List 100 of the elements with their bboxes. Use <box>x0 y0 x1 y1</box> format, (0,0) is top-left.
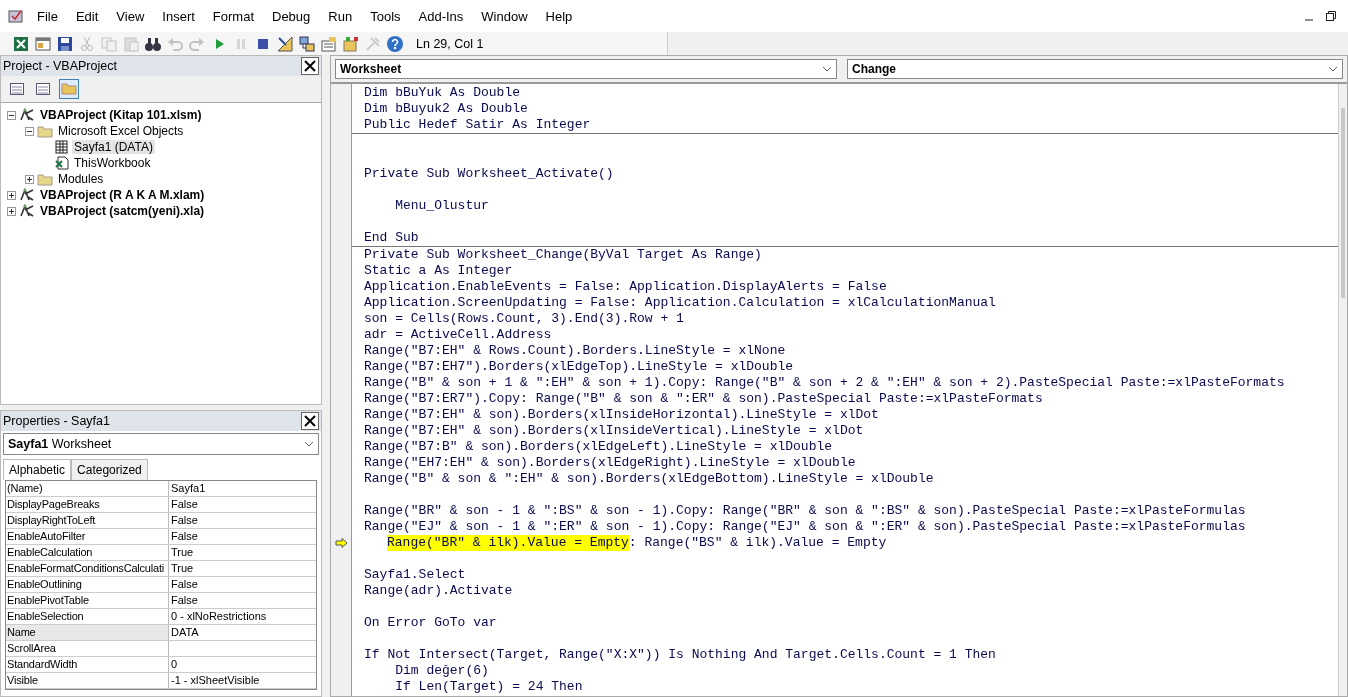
property-name[interactable]: EnableFormatConditionsCalculati <box>6 561 169 576</box>
code-line: Private Sub Worksheet_Activate() <box>364 166 614 182</box>
code-line: Public Hedef Satir As Integer <box>364 117 591 133</box>
code-line: If Not Intersect(Target, Range("X:X")) Is Nothing And Target.Cells.Count = 1 Then <box>364 647 996 663</box>
property-value[interactable]: 0 - xlNoRestrictions <box>169 609 316 624</box>
menu-item[interactable]: Insert <box>153 8 204 24</box>
expand-icon[interactable] <box>7 190 16 200</box>
project-icon <box>19 188 35 202</box>
property-value[interactable]: Sayfa1 <box>169 481 316 496</box>
tree-item[interactable]: Sayfa1 (DATA) <box>72 140 155 154</box>
close-button[interactable] <box>301 412 319 430</box>
property-name[interactable]: DisplayPageBreaks <box>6 497 169 512</box>
code-line: Static a As Integer <box>364 263 513 279</box>
expand-icon[interactable] <box>25 174 34 184</box>
property-name[interactable]: StandardWidth <box>6 657 169 672</box>
chevron-down-icon[interactable] <box>822 66 832 72</box>
object-dropdown[interactable]: Sayfa1 Worksheet <box>3 433 319 455</box>
menu-item[interactable]: Debug <box>263 8 320 24</box>
folder-icon <box>37 124 53 138</box>
tree-item[interactable]: VBAProject (satcm(yeni).xla) <box>38 204 207 218</box>
save-icon[interactable] <box>56 34 74 53</box>
ruler-triangle-icon[interactable] <box>276 34 294 53</box>
property-value[interactable]: 0 <box>169 657 316 672</box>
execution-arrow-icon <box>334 538 348 548</box>
workbook-icon <box>55 156 69 170</box>
project-icon <box>19 108 35 122</box>
tree-item[interactable]: Microsoft Excel Objects <box>56 124 186 138</box>
property-name[interactable]: Visible <box>6 673 169 688</box>
menu-item[interactable]: Format <box>203 8 263 24</box>
tree-item[interactable]: ThisWorkbook <box>72 156 153 170</box>
code-line: Range("B" & son & ":EH" & son).Borders(xlEdgeBottom).LineStyle = xlDouble <box>364 471 934 487</box>
code-line: Range("B" & son + 1 & ":EH" & son + 1).Copy: Range("B" & son + 2 & ":EH" & son + 2).PasteSpecial Paste:=xlPasteFormats <box>364 375 1285 391</box>
code-line: Range("B7:B" & son).Borders(xlEdgeLeft).LineStyle = xlDouble <box>364 439 833 455</box>
property-value[interactable]: -1 - xlSheetVisible <box>169 673 316 688</box>
menu-item[interactable]: Run <box>319 8 362 24</box>
code-line: Range("EH7:EH" & son).Borders(xlEdgeRight).LineStyle = xlDouble <box>364 455 856 471</box>
menu-item[interactable]: File <box>28 8 67 24</box>
code-line: Private Sub Worksheet_Change(ByVal Target As Range) <box>364 247 762 263</box>
code-line: Range("EJ" & son - 1 & ":ER" & son - 1).Copy: Range("EJ" & son & ":ER" & son).PasteSpecial Paste:=xlPasteFormulas <box>364 519 1246 535</box>
collapse-icon[interactable] <box>7 110 16 120</box>
spreadsheet-icon[interactable] <box>12 34 30 53</box>
menu-item[interactable]: Window <box>472 8 537 24</box>
close-button[interactable] <box>301 57 319 75</box>
property-value[interactable]: False <box>169 529 316 544</box>
menu-item[interactable]: Help <box>536 8 582 24</box>
property-name[interactable]: EnablePivotTable <box>6 593 169 608</box>
tree-item[interactable]: Modules <box>56 172 106 186</box>
menu-item[interactable]: Add-Ins <box>409 8 473 24</box>
sheet-icon <box>55 140 69 154</box>
code-line: End Sub <box>364 230 419 246</box>
property-name[interactable]: Name <box>6 625 169 640</box>
property-name[interactable]: EnableCalculation <box>6 545 169 560</box>
property-value[interactable]: True <box>169 545 316 560</box>
property-name[interactable]: (Name) <box>6 481 169 496</box>
code-line: Dim bBuYuk As Double <box>364 85 521 101</box>
menu-item[interactable]: Edit <box>66 8 108 24</box>
cursor-position: Ln 29, Col 1 <box>416 36 484 51</box>
collapse-icon[interactable] <box>25 126 34 136</box>
boxes-icon[interactable] <box>342 34 360 53</box>
code-line: Menu_Olustur <box>394 198 489 214</box>
code-line: Range("B7:EH" & son).Borders(xlInsideHorizontal).LineStyle = xlDot <box>364 407 879 423</box>
code-line: Range("B7:ER7").Copy: Range("B" & son & ":ER" & son).PasteSpecial Paste:=xlPasteFormats <box>364 391 1043 407</box>
object-dropdown[interactable]: Worksheet <box>335 59 837 79</box>
tree-icon[interactable] <box>298 34 316 53</box>
tab[interactable]: Categorized <box>71 459 148 480</box>
help-icon[interactable] <box>386 34 404 53</box>
code-line: son = Cells(Rows.Count, 3).End(3).Row + 1 <box>364 311 684 327</box>
property-value[interactable]: DATA <box>169 625 316 640</box>
property-value[interactable]: False <box>169 577 316 592</box>
chevron-down-icon[interactable] <box>1328 66 1338 72</box>
expand-icon[interactable] <box>7 206 16 216</box>
tree-item[interactable]: VBAProject (R A K A M.xlam) <box>38 188 207 202</box>
tab[interactable]: Alphabetic <box>3 459 72 480</box>
window-icon[interactable] <box>34 34 52 53</box>
property-value[interactable]: False <box>169 593 316 608</box>
folder-icon <box>37 172 53 186</box>
scrollbar-thumb[interactable] <box>1341 108 1345 298</box>
app-icon[interactable] <box>8 8 24 24</box>
code-line: Dim değer(6) <box>394 663 489 679</box>
property-name[interactable]: DisplayRightToLeft <box>6 513 169 528</box>
procedure-dropdown[interactable]: Change <box>847 59 1343 79</box>
menu-item[interactable]: Tools <box>361 8 410 24</box>
restore-icon[interactable] <box>1326 11 1336 21</box>
menu-item[interactable]: View <box>107 8 154 24</box>
folder-toggle-button[interactable] <box>59 79 79 99</box>
property-name[interactable]: EnableSelection <box>6 609 169 624</box>
property-name[interactable]: EnableAutoFilter <box>6 529 169 544</box>
property-name[interactable]: EnableOutlining <box>6 577 169 592</box>
code-line: Application.EnableEvents = False: Application.DisplayAlerts = False <box>364 279 887 295</box>
panel-title: Properties - Sayfa1 <box>3 414 110 428</box>
code-line: Range(adr).Activate <box>364 583 513 599</box>
property-value[interactable]: False <box>169 497 316 512</box>
code-line: Range("B7:EH" & Rows.Count).Borders.LineStyle = xlNone <box>364 343 786 359</box>
chevron-down-icon[interactable] <box>304 441 314 447</box>
property-value[interactable]: True <box>169 561 316 576</box>
property-value[interactable]: False <box>169 513 316 528</box>
project-icon <box>19 204 35 218</box>
code-line: adr = ActiveCell.Address <box>364 327 552 343</box>
tree-item[interactable]: VBAProject (Kitap 101.xlsm) <box>38 108 204 122</box>
property-name[interactable]: ScrollArea <box>6 641 169 656</box>
